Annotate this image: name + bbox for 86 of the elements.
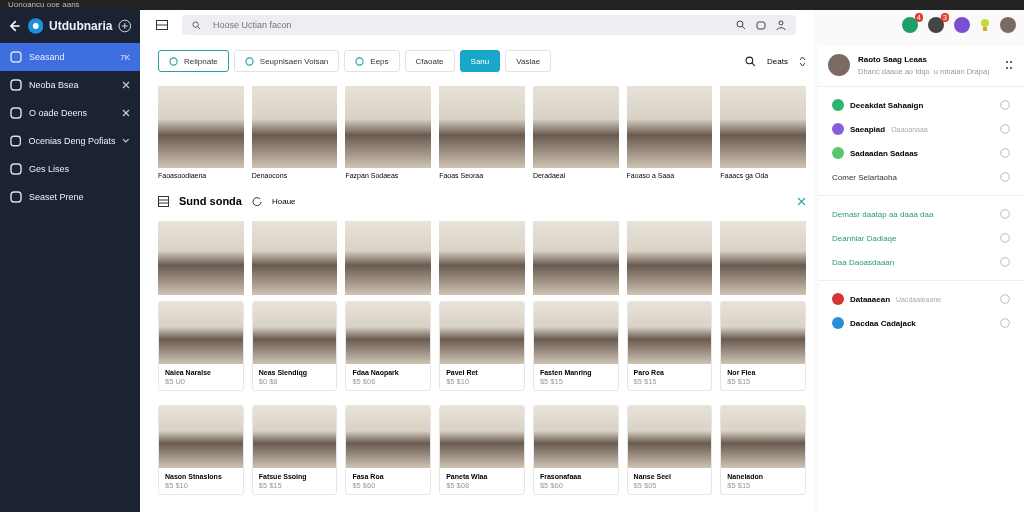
sidebar-item[interactable]: Ges Lises <box>0 155 140 183</box>
photo-placeholder[interactable] <box>533 302 618 364</box>
app-icon[interactable] <box>902 17 918 33</box>
search-icon <box>192 20 201 30</box>
brand-name: Utdubnaria <box>49 19 113 33</box>
folder-icon <box>10 191 22 203</box>
photo-placeholder[interactable] <box>533 406 618 468</box>
panel-item-label: Dataaaean <box>850 294 891 304</box>
photo-placeholder[interactable] <box>439 86 525 168</box>
sidebar-item[interactable]: Neoba Bsea <box>0 71 140 99</box>
app-icon[interactable] <box>928 17 944 33</box>
panel-link[interactable]: Daa Daoasdaaan <box>832 257 895 267</box>
photo-placeholder[interactable] <box>346 302 431 364</box>
photo-placeholder[interactable] <box>345 221 432 295</box>
search-icon[interactable] <box>736 20 746 30</box>
photo-placeholder[interactable] <box>252 302 337 364</box>
sidebar-item[interactable]: Ocenias Deng Pofiats <box>0 127 140 155</box>
circle-icon <box>244 56 254 66</box>
filter-chip[interactable]: Eeps <box>344 50 400 72</box>
photo-placeholder[interactable] <box>440 406 524 468</box>
list-icon[interactable] <box>158 195 169 207</box>
more-icon[interactable] <box>1006 60 1012 70</box>
panel-link[interactable]: Demasr daatap aa daaa daa <box>832 209 934 219</box>
photo-placeholder[interactable] <box>251 221 338 295</box>
photo-placeholder[interactable] <box>158 221 244 295</box>
photo-placeholder[interactable] <box>721 406 806 468</box>
sidebar-item[interactable]: Seasand 7K <box>0 43 140 71</box>
menu-icon[interactable] <box>156 20 168 30</box>
photo-placeholder[interactable] <box>251 86 338 168</box>
photo-placeholder[interactable] <box>532 86 619 168</box>
section-title: Sund sonda <box>179 195 242 207</box>
close-icon[interactable] <box>122 81 130 89</box>
panel-item-label: Comer Selartaoha <box>832 172 897 182</box>
person-icon[interactable] <box>776 20 786 30</box>
photo-placeholder[interactable] <box>627 302 712 364</box>
photo-placeholder[interactable] <box>627 406 712 468</box>
circle-icon <box>169 56 178 66</box>
sidebar-item[interactable]: O oade Deens <box>0 99 140 127</box>
photo-placeholder[interactable] <box>439 221 525 295</box>
chevron-down-icon[interactable] <box>122 138 130 144</box>
plus-circle-icon[interactable] <box>118 19 132 33</box>
filter-chip[interactable]: Seupnlsaen Voisan <box>233 50 340 72</box>
photo-placeholder[interactable] <box>158 86 244 168</box>
photo-placeholder[interactable] <box>720 221 807 295</box>
back-arrow-icon[interactable] <box>8 19 22 33</box>
photo-placeholder[interactable] <box>626 221 713 295</box>
photo-placeholder[interactable] <box>346 406 431 468</box>
search-icon[interactable] <box>745 55 757 67</box>
panel-link[interactable]: Deanhiar Dadiaqe <box>832 233 897 243</box>
photo-placeholder[interactable] <box>532 221 619 295</box>
panel-item-label: Deeakdat Sahaaign <box>850 100 924 110</box>
sort-icon[interactable] <box>799 55 806 67</box>
folder-icon <box>10 135 22 147</box>
photo-placeholder[interactable] <box>252 406 337 468</box>
window-title: Uonoancu ooe aans <box>8 0 80 10</box>
panel-item-label: Saeapiad <box>850 124 886 134</box>
photo-placeholder[interactable] <box>721 302 806 364</box>
folder-icon <box>10 163 22 175</box>
photo-placeholder[interactable] <box>440 302 524 364</box>
avatar <box>828 54 850 76</box>
logo-icon <box>27 18 44 34</box>
refresh-icon[interactable] <box>251 196 262 206</box>
sidebar-item[interactable]: Seaset Prene <box>0 183 140 211</box>
folder-icon <box>10 79 22 91</box>
photo-placeholder[interactable] <box>159 302 243 364</box>
search-field[interactable]: Hoose Uctian facon <box>211 19 726 31</box>
folder-icon <box>10 107 22 119</box>
circle-icon <box>355 56 365 66</box>
avatar[interactable] <box>1000 17 1016 33</box>
search-bar[interactable]: Hoose Uctian facon <box>182 15 796 35</box>
panel-item-label: Sadaadan Sadaas <box>850 148 919 158</box>
filter-chip[interactable]: Cfaoate <box>404 50 455 72</box>
folder-icon <box>10 51 22 63</box>
profile-name: Raoto Saag Leaas <box>858 54 928 64</box>
section-subtitle: Hoaue <box>271 196 296 206</box>
sort-label[interactable]: Deats <box>767 56 788 66</box>
photo-placeholder[interactable] <box>159 406 243 468</box>
panel-item-label: Dacdaa Cadajack <box>850 318 916 328</box>
photo-placeholder[interactable] <box>720 86 807 168</box>
filter-chip[interactable]: Relipnate <box>158 50 229 72</box>
photo-placeholder[interactable] <box>345 86 432 168</box>
photo-placeholder[interactable] <box>626 86 713 168</box>
count-label: 7K <box>120 52 130 62</box>
app-icon[interactable] <box>954 17 970 33</box>
close-icon[interactable] <box>122 109 130 117</box>
filter-chip[interactable]: Vaslae <box>505 50 552 72</box>
